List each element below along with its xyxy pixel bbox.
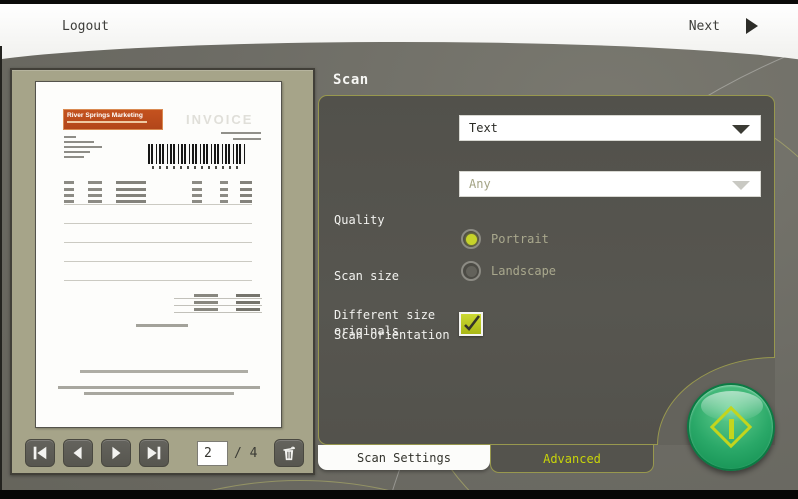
bottom-edge-strip	[0, 490, 798, 499]
scan-size-value: Any	[469, 177, 491, 191]
page-number-input[interactable]	[197, 441, 228, 466]
line	[174, 292, 262, 299]
last-page-button[interactable]	[139, 439, 169, 467]
next-arrow-icon	[746, 18, 758, 34]
next-button[interactable]: Next	[689, 18, 758, 34]
quality-value: Text	[469, 121, 498, 135]
invoice-company-banner: River Springs Marketing	[63, 109, 163, 130]
invoice-totals-block	[174, 292, 262, 313]
line	[64, 136, 76, 138]
landscape-radio-option[interactable]: Landscape	[461, 261, 556, 281]
invoice-address-block	[64, 136, 124, 161]
scanned-page-preview: INVOICE River Springs Marketing	[35, 81, 282, 428]
start-bar-icon	[729, 419, 734, 439]
panel-title: Scan	[333, 72, 369, 88]
portrait-label: Portrait	[491, 232, 549, 246]
invoice-watermark: INVOICE	[186, 112, 254, 127]
radio-unselected-icon	[461, 261, 481, 281]
next-page-button[interactable]	[101, 439, 131, 467]
invoice-fineprint-line	[80, 370, 248, 373]
chevron-down-icon	[732, 125, 750, 134]
landscape-label: Landscape	[491, 264, 557, 278]
tab-advanced-label: Advanced	[543, 451, 601, 466]
page-total-label: / 4	[234, 446, 258, 461]
different-size-originals-checkbox[interactable]	[459, 312, 483, 336]
left-edge-strip	[0, 46, 2, 490]
scanner-ui-screen: Logout Next INVOICE River Springs Market…	[0, 0, 798, 499]
logout-button[interactable]: Logout	[62, 19, 109, 34]
line	[64, 156, 84, 158]
line	[174, 306, 262, 313]
invoice-barcode	[148, 144, 246, 164]
different-size-originals-label: Different size originals	[334, 308, 436, 338]
next-button-label: Next	[688, 18, 720, 34]
tab-scan-settings-label: Scan Settings	[357, 450, 451, 465]
radio-selected-icon	[461, 229, 481, 249]
scan-size-label: Scan size	[334, 269, 400, 283]
invoice-tagline-line	[67, 121, 147, 123]
quality-dropdown[interactable]: Text	[459, 115, 761, 141]
invoice-table-row	[64, 194, 252, 197]
invoice-table-row	[64, 200, 252, 203]
trash-icon	[283, 446, 296, 461]
line	[221, 132, 261, 134]
quality-label: Quality	[334, 213, 385, 227]
line	[174, 299, 262, 306]
portrait-radio-option[interactable]: Portrait	[461, 229, 549, 249]
line	[64, 141, 94, 143]
invoice-fineprint-line	[84, 392, 234, 395]
invoice-number-block	[221, 132, 261, 144]
chevron-down-icon	[732, 181, 750, 190]
previous-page-icon	[73, 446, 82, 460]
invoice-table-header-row	[64, 181, 252, 184]
tab-advanced[interactable]: Advanced	[490, 445, 654, 473]
line	[233, 138, 261, 140]
invoice-table-row	[64, 188, 252, 191]
page-navigation-bar: / 4	[25, 439, 304, 469]
first-page-icon	[33, 446, 47, 460]
tab-scan-settings[interactable]: Scan Settings	[318, 445, 490, 470]
next-page-icon	[112, 446, 121, 460]
start-scan-button[interactable]	[687, 383, 775, 471]
checkmark-icon	[464, 315, 481, 331]
invoice-fineprint-line	[58, 386, 260, 389]
invoice-thankyou-line	[136, 324, 188, 327]
invoice-table-rules	[64, 204, 252, 299]
line	[64, 146, 102, 148]
document-preview-panel: INVOICE River Springs Marketing 2 / 4	[10, 68, 315, 475]
line	[64, 151, 90, 153]
invoice-barcode-digits	[152, 166, 242, 169]
last-page-icon	[147, 446, 161, 460]
invoice-company-name: River Springs Marketing	[67, 112, 143, 119]
first-page-button[interactable]	[25, 439, 55, 467]
scan-size-dropdown: Any	[459, 171, 761, 197]
previous-page-button[interactable]	[63, 439, 93, 467]
delete-page-button[interactable]	[274, 439, 304, 467]
